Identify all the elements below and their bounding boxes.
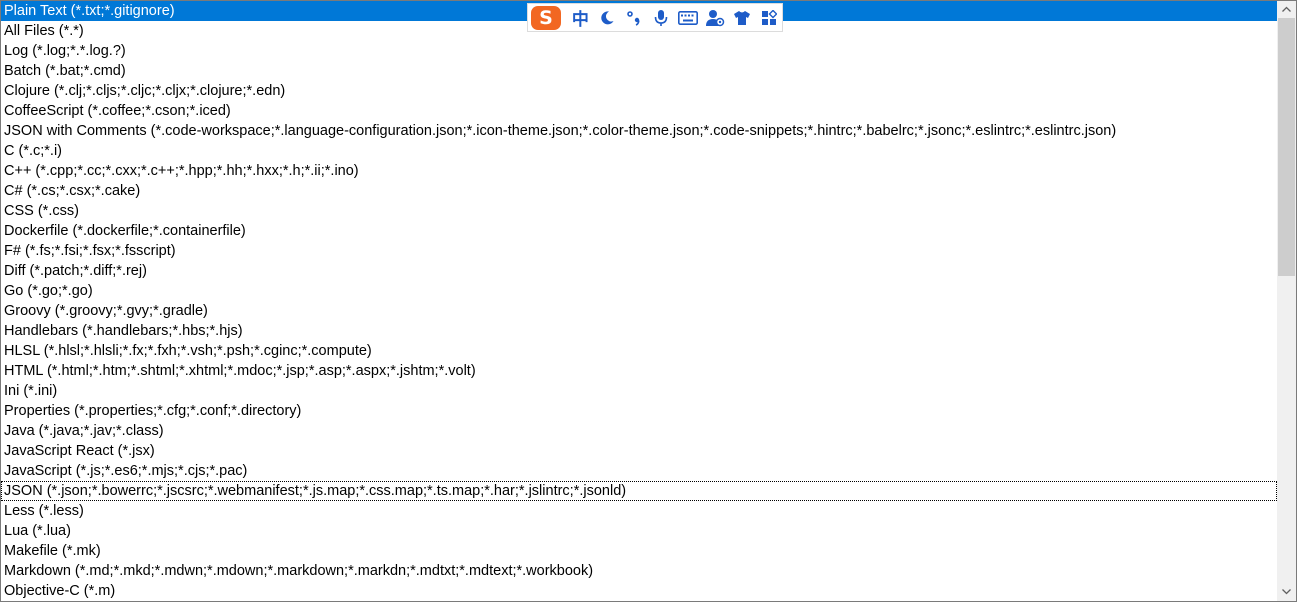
- scroll-up-button[interactable]: [1277, 1, 1296, 18]
- list-item[interactable]: JSON with Comments (*.code-workspace;*.l…: [1, 121, 1277, 141]
- list-item[interactable]: CoffeeScript (*.coffee;*.cson;*.iced): [1, 101, 1277, 121]
- list-item[interactable]: Batch (*.bat;*.cmd): [1, 61, 1277, 81]
- list-item[interactable]: HTML (*.html;*.htm;*.shtml;*.xhtml;*.mdo…: [1, 361, 1277, 381]
- punctuation-icon[interactable]: [621, 6, 648, 30]
- list-item[interactable]: JavaScript React (*.jsx): [1, 441, 1277, 461]
- list-item[interactable]: HLSL (*.hlsl;*.hlsli;*.fx;*.fxh;*.vsh;*.…: [1, 341, 1277, 361]
- list-item[interactable]: C++ (*.cpp;*.cc;*.cxx;*.c++;*.hpp;*.hh;*…: [1, 161, 1277, 181]
- ime-toolbar[interactable]: S 中: [527, 3, 783, 32]
- list-item[interactable]: Dockerfile (*.dockerfile;*.containerfile…: [1, 221, 1277, 241]
- list-item[interactable]: Diff (*.patch;*.diff;*.rej): [1, 261, 1277, 281]
- shirt-icon[interactable]: [728, 6, 755, 30]
- list-item[interactable]: Makefile (*.mk): [1, 541, 1277, 561]
- chevron-down-icon: [1282, 589, 1291, 595]
- scroll-down-button[interactable]: [1277, 584, 1296, 601]
- list-item[interactable]: Handlebars (*.handlebars;*.hbs;*.hjs): [1, 321, 1277, 341]
- moon-icon[interactable]: [594, 6, 621, 30]
- list-item[interactable]: CSS (*.css): [1, 201, 1277, 221]
- list-item[interactable]: Lua (*.lua): [1, 521, 1277, 541]
- microphone-icon[interactable]: [648, 6, 675, 30]
- list-item[interactable]: Groovy (*.groovy;*.gvy;*.gradle): [1, 301, 1277, 321]
- user-settings-icon[interactable]: [701, 6, 728, 30]
- file-type-listbox[interactable]: Plain Text (*.txt;*.gitignore) All Files …: [0, 0, 1297, 602]
- list-item[interactable]: Go (*.go;*.go): [1, 281, 1277, 301]
- sogou-logo-icon[interactable]: S: [531, 5, 561, 30]
- list-item[interactable]: Markdown (*.md;*.mkd;*.mdwn;*.mdown;*.ma…: [1, 561, 1277, 581]
- scroll-thumb[interactable]: [1278, 18, 1295, 276]
- list-item[interactable]: Java (*.java;*.jav;*.class): [1, 421, 1277, 441]
- list-item[interactable]: Ini (*.ini): [1, 381, 1277, 401]
- list-item[interactable]: C (*.c;*.i): [1, 141, 1277, 161]
- keyboard-icon[interactable]: [674, 6, 701, 30]
- grid-apps-icon[interactable]: [755, 6, 782, 30]
- list-item[interactable]: Properties (*.properties;*.cfg;*.conf;*.…: [1, 401, 1277, 421]
- vertical-scrollbar[interactable]: [1277, 1, 1296, 601]
- chevron-up-icon: [1282, 6, 1291, 12]
- list-item[interactable]: Log (*.log;*.*.log.?): [1, 41, 1277, 61]
- list-item[interactable]: JSON (*.json;*.bowerrc;*.jscsrc;*.webman…: [1, 481, 1277, 501]
- file-type-list[interactable]: Plain Text (*.txt;*.gitignore) All Files …: [1, 1, 1277, 601]
- list-item[interactable]: C# (*.cs;*.csx;*.cake): [1, 181, 1277, 201]
- list-item[interactable]: Less (*.less): [1, 501, 1277, 521]
- list-item[interactable]: F# (*.fs;*.fsi;*.fsx;*.fsscript): [1, 241, 1277, 261]
- list-item[interactable]: JavaScript (*.js;*.es6;*.mjs;*.cjs;*.pac…: [1, 461, 1277, 481]
- list-item[interactable]: Clojure (*.clj;*.cljs;*.cljc;*.cljx;*.cl…: [1, 81, 1277, 101]
- chinese-mode-button[interactable]: 中: [567, 6, 594, 30]
- list-item[interactable]: Objective-C (*.m): [1, 581, 1277, 601]
